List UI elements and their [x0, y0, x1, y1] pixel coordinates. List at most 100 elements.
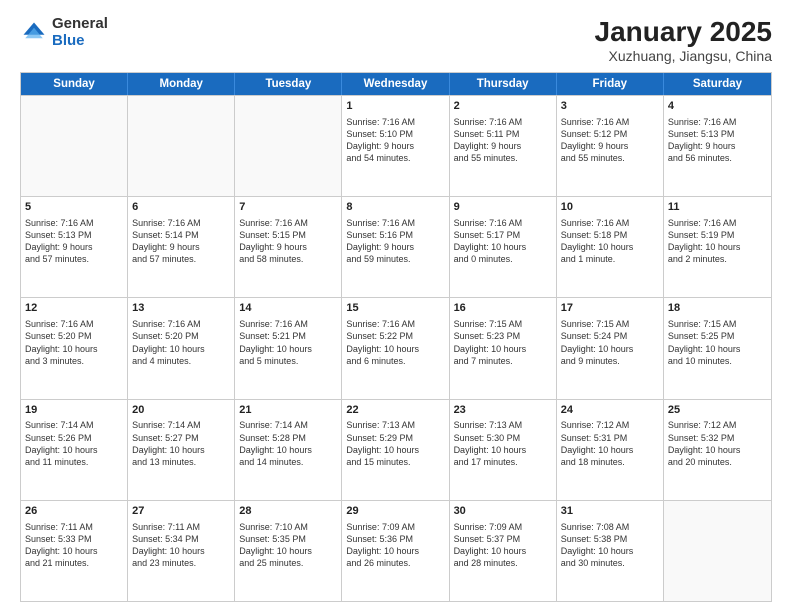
calendar-body: 1 Sunrise: 7:16 AMSunset: 5:10 PMDaylight…: [21, 95, 771, 601]
week-1: 1 Sunrise: 7:16 AMSunset: 5:10 PMDaylight…: [21, 95, 771, 196]
calendar: SundayMondayTuesdayWednesdayThursdayFrid…: [20, 72, 772, 602]
day-16: 16Sunrise: 7:15 AMSunset: 5:23 PMDayligh…: [450, 298, 557, 398]
day-details-22: Sunrise: 7:13 AMSunset: 5:29 PMDaylight:…: [346, 419, 444, 468]
day-31: 31Sunrise: 7:08 AMSunset: 5:38 PMDayligh…: [557, 501, 664, 601]
header-tuesday: Tuesday: [235, 73, 342, 95]
day-7: 7 Sunrise: 7:16 AMSunset: 5:15 PMDaylight…: [235, 197, 342, 297]
day-20: 20Sunrise: 7:14 AMSunset: 5:27 PMDayligh…: [128, 400, 235, 500]
day-number-28: 28: [239, 504, 337, 519]
day-details-11: Sunrise: 7:16 AMSunset: 5:19 PMDaylight:…: [668, 217, 767, 266]
header: General Blue January 2025 Xuzhuang, Jian…: [20, 16, 772, 64]
day-number-7: 7: [239, 200, 337, 215]
day-11: 11 Sunrise: 7:16 AMSunset: 5:19 PMDayligh…: [664, 197, 771, 297]
day-1: 1 Sunrise: 7:16 AMSunset: 5:10 PMDaylight…: [342, 96, 449, 196]
week-3: 12 Sunrise: 7:16 AMSunset: 5:20 PMDayligh…: [21, 297, 771, 398]
header-sunday: Sunday: [21, 73, 128, 95]
day-9: 9Sunrise: 7:16 AMSunset: 5:17 PMDaylight…: [450, 197, 557, 297]
empty-cell-0-1: [128, 96, 235, 196]
day-details-12: Sunrise: 7:16 AMSunset: 5:20 PMDaylight:…: [25, 318, 123, 367]
day-details-2: Sunrise: 7:16 AMSunset: 5:11 PMDaylight:…: [454, 116, 552, 165]
day-25: 25Sunrise: 7:12 AMSunset: 5:32 PMDayligh…: [664, 400, 771, 500]
day-details-28: Sunrise: 7:10 AMSunset: 5:35 PMDaylight:…: [239, 521, 337, 570]
logo-blue: Blue: [52, 33, 108, 50]
day-2: 2 Sunrise: 7:16 AMSunset: 5:11 PMDaylight…: [450, 96, 557, 196]
day-number-13: 13: [132, 301, 230, 316]
calendar-subtitle: Xuzhuang, Jiangsu, China: [595, 48, 772, 64]
day-18: 18Sunrise: 7:15 AMSunset: 5:25 PMDayligh…: [664, 298, 771, 398]
day-details-5: Sunrise: 7:16 AMSunset: 5:13 PMDaylight:…: [25, 217, 123, 266]
day-19: 19Sunrise: 7:14 AMSunset: 5:26 PMDayligh…: [21, 400, 128, 500]
day-details-7: Sunrise: 7:16 AMSunset: 5:15 PMDaylight:…: [239, 217, 337, 266]
day-24: 24Sunrise: 7:12 AMSunset: 5:31 PMDayligh…: [557, 400, 664, 500]
day-details-19: Sunrise: 7:14 AMSunset: 5:26 PMDaylight:…: [25, 419, 123, 468]
day-details-17: Sunrise: 7:15 AMSunset: 5:24 PMDaylight:…: [561, 318, 659, 367]
day-details-10: Sunrise: 7:16 AMSunset: 5:18 PMDaylight:…: [561, 217, 659, 266]
logo-text: General Blue: [52, 16, 108, 49]
day-details-25: Sunrise: 7:12 AMSunset: 5:32 PMDaylight:…: [668, 419, 767, 468]
day-8: 8 Sunrise: 7:16 AMSunset: 5:16 PMDaylight…: [342, 197, 449, 297]
day-details-4: Sunrise: 7:16 AMSunset: 5:13 PMDaylight:…: [668, 116, 767, 165]
day-details-3: Sunrise: 7:16 AMSunset: 5:12 PMDaylight:…: [561, 116, 659, 165]
title-block: January 2025 Xuzhuang, Jiangsu, China: [595, 16, 772, 64]
day-number-29: 29: [346, 504, 444, 519]
day-12: 12 Sunrise: 7:16 AMSunset: 5:20 PMDayligh…: [21, 298, 128, 398]
day-number-8: 8: [346, 200, 444, 215]
week-5: 26Sunrise: 7:11 AMSunset: 5:33 PMDayligh…: [21, 500, 771, 601]
day-29: 29 Sunrise: 7:09 AMSunset: 5:36 PMDayligh…: [342, 501, 449, 601]
day-details-29: Sunrise: 7:09 AMSunset: 5:36 PMDaylight:…: [346, 521, 444, 570]
day-number-24: 24: [561, 403, 659, 418]
day-details-20: Sunrise: 7:14 AMSunset: 5:27 PMDaylight:…: [132, 419, 230, 468]
day-6: 6Sunrise: 7:16 AMSunset: 5:14 PMDaylight…: [128, 197, 235, 297]
day-details-13: Sunrise: 7:16 AMSunset: 5:20 PMDaylight:…: [132, 318, 230, 367]
day-number-19: 19: [25, 403, 123, 418]
day-details-23: Sunrise: 7:13 AMSunset: 5:30 PMDaylight:…: [454, 419, 552, 468]
logo-general: General: [52, 16, 108, 33]
day-number-30: 30: [454, 504, 552, 519]
day-15: 15Sunrise: 7:16 AMSunset: 5:22 PMDayligh…: [342, 298, 449, 398]
calendar-title: January 2025: [595, 16, 772, 48]
day-22: 22Sunrise: 7:13 AMSunset: 5:29 PMDayligh…: [342, 400, 449, 500]
day-number-27: 27: [132, 504, 230, 519]
day-28: 28 Sunrise: 7:10 AMSunset: 5:35 PMDayligh…: [235, 501, 342, 601]
header-monday: Monday: [128, 73, 235, 95]
day-number-10: 10: [561, 200, 659, 215]
day-number-12: 12: [25, 301, 123, 316]
day-5: 5 Sunrise: 7:16 AMSunset: 5:13 PMDaylight…: [21, 197, 128, 297]
day-number-16: 16: [454, 301, 552, 316]
day-details-8: Sunrise: 7:16 AMSunset: 5:16 PMDaylight:…: [346, 217, 444, 266]
day-4: 4 Sunrise: 7:16 AMSunset: 5:13 PMDaylight…: [664, 96, 771, 196]
logo-icon: [20, 19, 48, 47]
day-21: 21Sunrise: 7:14 AMSunset: 5:28 PMDayligh…: [235, 400, 342, 500]
header-saturday: Saturday: [664, 73, 771, 95]
empty-cell-4-6: [664, 501, 771, 601]
logo: General Blue: [20, 16, 108, 49]
day-number-21: 21: [239, 403, 337, 418]
day-13: 13 Sunrise: 7:16 AMSunset: 5:20 PMDayligh…: [128, 298, 235, 398]
day-number-2: 2: [454, 99, 552, 114]
day-26: 26Sunrise: 7:11 AMSunset: 5:33 PMDayligh…: [21, 501, 128, 601]
day-number-15: 15: [346, 301, 444, 316]
day-number-5: 5: [25, 200, 123, 215]
week-2: 5 Sunrise: 7:16 AMSunset: 5:13 PMDaylight…: [21, 196, 771, 297]
day-details-9: Sunrise: 7:16 AMSunset: 5:17 PMDaylight:…: [454, 217, 552, 266]
day-number-22: 22: [346, 403, 444, 418]
day-number-14: 14: [239, 301, 337, 316]
day-details-18: Sunrise: 7:15 AMSunset: 5:25 PMDaylight:…: [668, 318, 767, 367]
day-details-6: Sunrise: 7:16 AMSunset: 5:14 PMDaylight:…: [132, 217, 230, 266]
day-10: 10 Sunrise: 7:16 AMSunset: 5:18 PMDayligh…: [557, 197, 664, 297]
day-details-24: Sunrise: 7:12 AMSunset: 5:31 PMDaylight:…: [561, 419, 659, 468]
empty-cell-0-0: [21, 96, 128, 196]
day-3: 3 Sunrise: 7:16 AMSunset: 5:12 PMDaylight…: [557, 96, 664, 196]
day-23: 23Sunrise: 7:13 AMSunset: 5:30 PMDayligh…: [450, 400, 557, 500]
day-number-11: 11: [668, 200, 767, 215]
day-number-4: 4: [668, 99, 767, 114]
day-14: 14Sunrise: 7:16 AMSunset: 5:21 PMDayligh…: [235, 298, 342, 398]
header-friday: Friday: [557, 73, 664, 95]
header-thursday: Thursday: [450, 73, 557, 95]
empty-cell-0-2: [235, 96, 342, 196]
day-number-1: 1: [346, 99, 444, 114]
day-details-1: Sunrise: 7:16 AMSunset: 5:10 PMDaylight:…: [346, 116, 444, 165]
day-30: 30Sunrise: 7:09 AMSunset: 5:37 PMDayligh…: [450, 501, 557, 601]
page: General Blue January 2025 Xuzhuang, Jian…: [0, 0, 792, 612]
day-number-3: 3: [561, 99, 659, 114]
